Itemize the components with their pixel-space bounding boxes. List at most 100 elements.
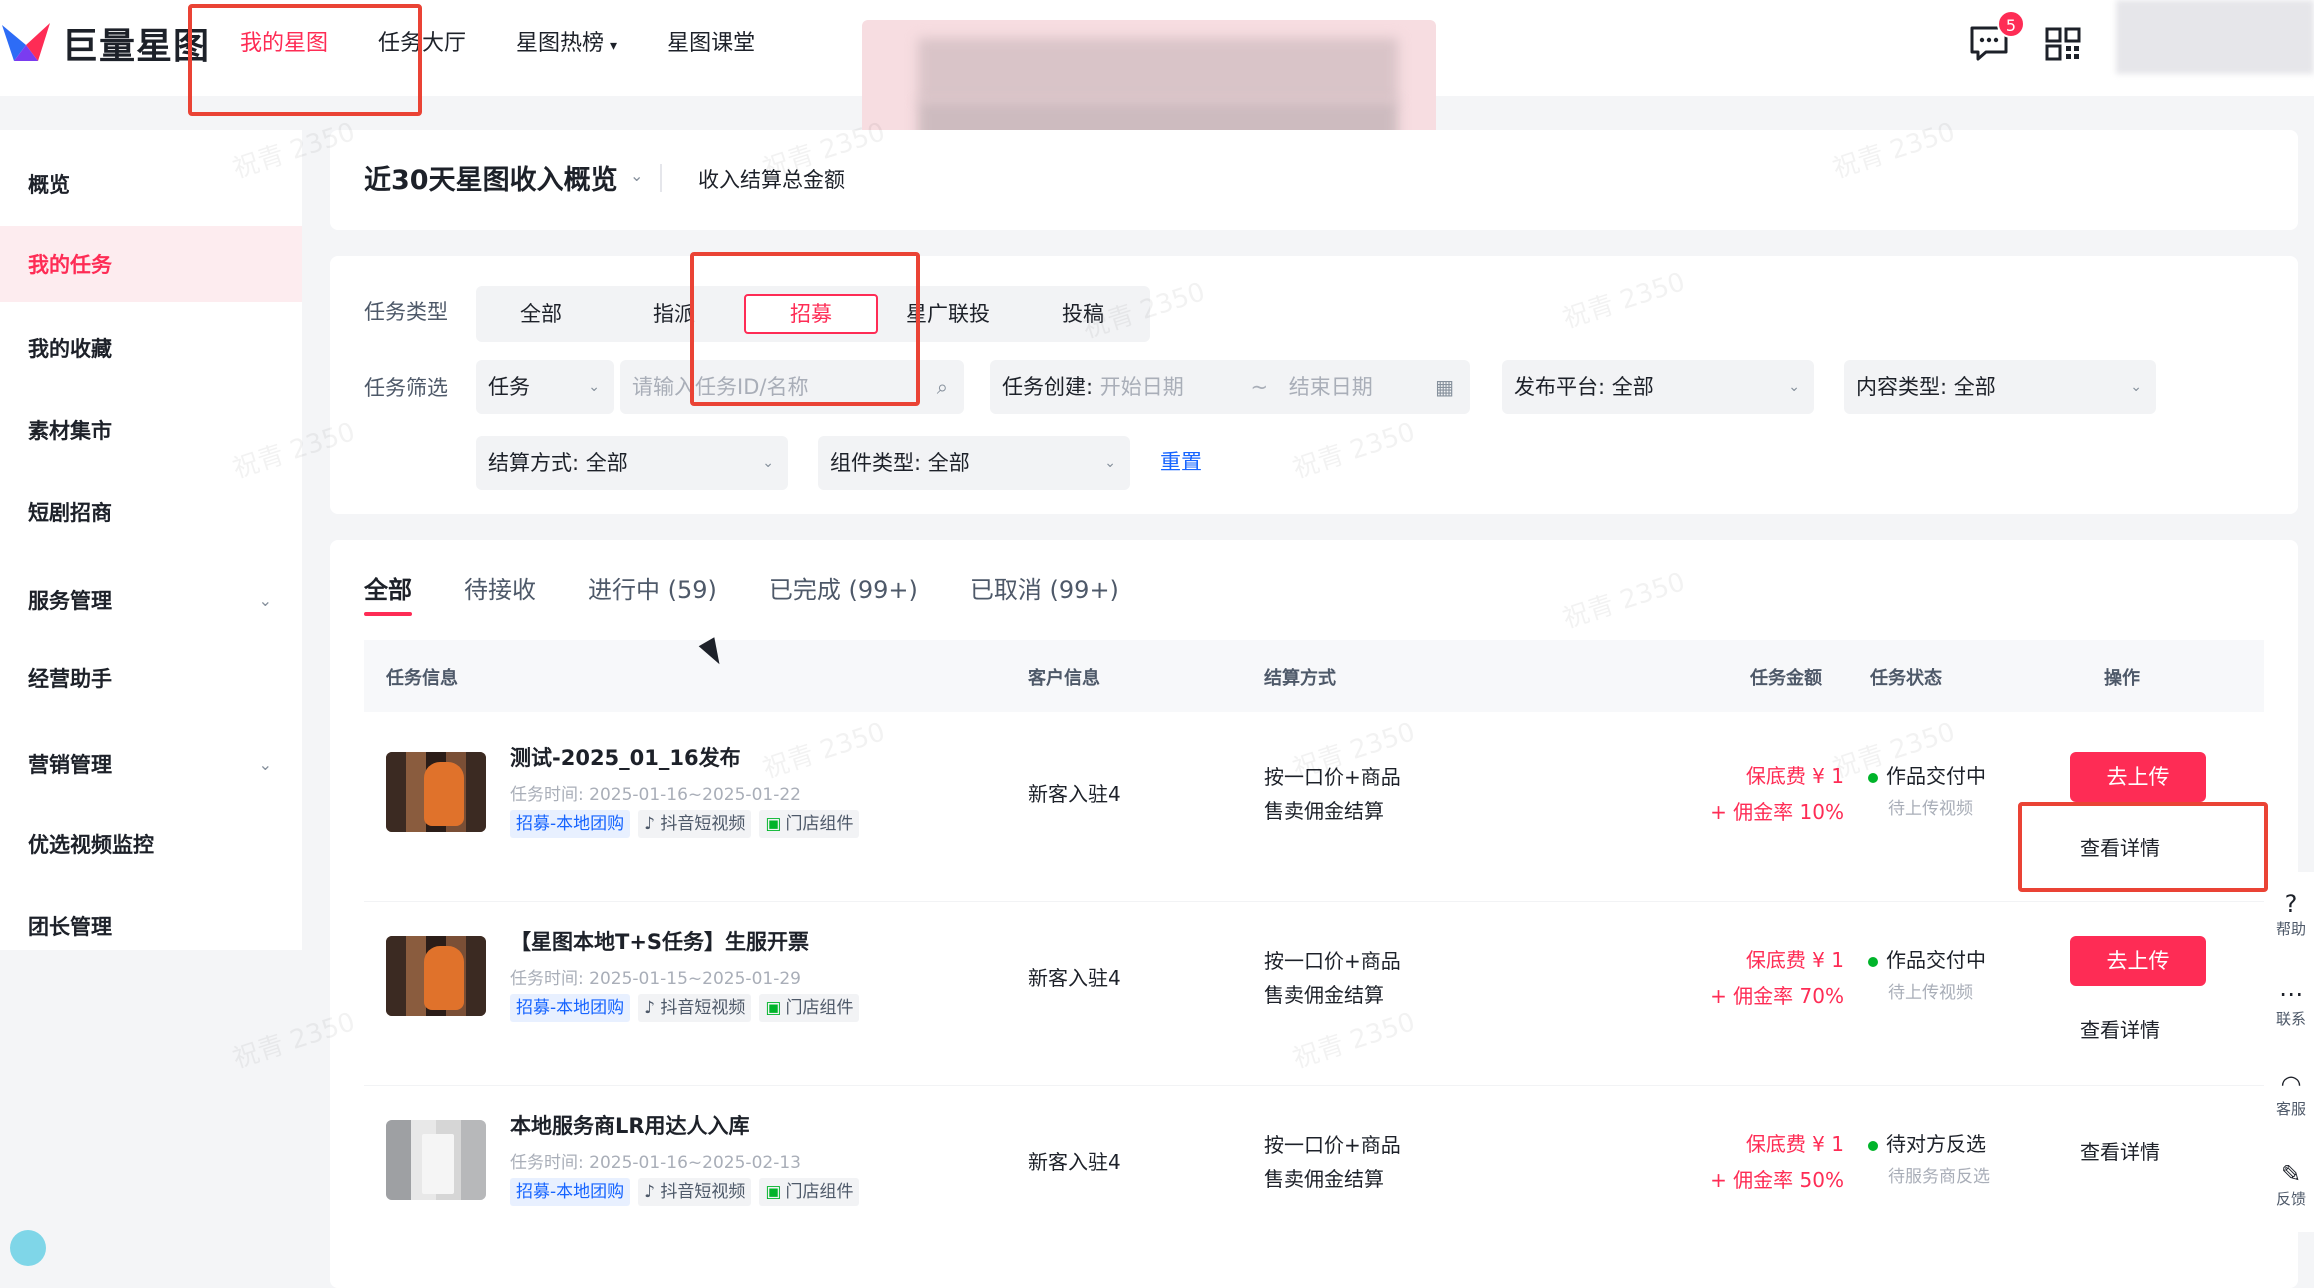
chevron-down-icon: ⌄ — [1104, 455, 1116, 471]
edit-icon: ✎ — [2280, 1160, 2302, 1188]
range-separator: ~ — [1250, 375, 1269, 399]
upload-button[interactable]: 去上传 — [2070, 752, 2206, 802]
feedback-button[interactable]: ✎ 反馈 — [2268, 1160, 2314, 1209]
tag-platform: ♪ 抖音短视频 — [638, 994, 752, 1022]
upload-button[interactable]: 去上传 — [2070, 936, 2206, 986]
sidebar-item-label: 团长管理 — [28, 915, 112, 939]
avatar[interactable] — [2116, 0, 2314, 74]
task-title[interactable]: 【星图本地T+S任务】生服开票 — [510, 926, 809, 956]
row-divider — [364, 1085, 2264, 1086]
customer-info: 新客入驻4 — [1028, 1150, 1121, 1174]
task-thumbnail[interactable] — [386, 936, 486, 1016]
highlight-box — [690, 252, 920, 406]
tab-completed[interactable]: 已完成 (99+) — [769, 570, 918, 616]
headset-icon: ◠ — [2280, 1070, 2302, 1098]
task-tags: 招募-本地团购 ♪ 抖音短视频 ▣ 门店组件 — [510, 994, 860, 1022]
table-row: 【星图本地T+S任务】生服开票 任务时间: 2025-01-15~2025-01… — [364, 906, 2264, 1086]
sidebar-item-marketing-management[interactable]: 营销管理 ⌄ — [0, 726, 302, 802]
sidebar-item-short-drama[interactable]: 短剧招商 — [0, 474, 302, 550]
nav-label: 星图热榜 — [516, 31, 605, 56]
chevron-down-icon[interactable]: ⌄ — [630, 166, 643, 185]
nav-hot-list[interactable]: 星图热榜 ▾ — [516, 24, 617, 64]
table-header: 任务信息 客户信息 结算方式 任务金额 任务状态 操作 — [364, 640, 2264, 712]
brand-logo[interactable]: 巨量星图 — [0, 18, 210, 68]
view-detail-link[interactable]: 查看详情 — [2080, 1136, 2160, 1165]
sidebar-item-my-tasks[interactable]: 我的任务 — [0, 226, 302, 302]
income-summary-card: 近30天星图收入概览 ⌄ 收入结算总金额 — [330, 130, 2298, 230]
customer-info: 新客入驻4 — [1028, 782, 1121, 806]
task-thumbnail[interactable] — [386, 1120, 486, 1200]
apps-grid-icon[interactable] — [2044, 26, 2084, 62]
task-field-select[interactable]: 任务 ⌄ — [476, 360, 614, 414]
start-date-placeholder: 开始日期 — [1099, 375, 1184, 399]
sidebar-item-material-market[interactable]: 素材集市 — [0, 392, 302, 468]
summary-title[interactable]: 近30天星图收入概览 — [364, 158, 618, 197]
summary-subtitle: 收入结算总金额 — [698, 168, 845, 192]
select-value: 内容类型: 全部 — [1856, 375, 1996, 399]
component-type-select[interactable]: 组件类型: 全部 ⌄ — [818, 436, 1130, 490]
end-date-placeholder: 结束日期 — [1288, 375, 1373, 399]
chevron-down-icon: ⌄ — [258, 590, 272, 610]
task-thumbnail[interactable] — [386, 752, 486, 832]
settle-line: 售卖佣金结算 — [1264, 799, 1384, 823]
amount-line: 保底费 ¥ 1 — [1745, 764, 1844, 788]
status-text: 待对方反选 — [1886, 1132, 1986, 1156]
tab-pending[interactable]: 待接收 — [464, 570, 536, 616]
task-title[interactable]: 本地服务商LR用达人入库 — [510, 1110, 750, 1140]
platform-select[interactable]: 发布平台: 全部 ⌄ — [1502, 360, 1814, 414]
amount-line: + 佣金率 10% — [1710, 800, 1844, 824]
floating-help-bar: ? 帮助 ⋯ 联系 ◠ 客服 ✎ 反馈 — [2268, 872, 2314, 1232]
tab-cancelled[interactable]: 已取消 (99+) — [970, 570, 1119, 616]
status-text: 作品交付中 — [1886, 948, 1986, 972]
created-date-range[interactable]: 任务创建: 开始日期 ~ 结束日期 ▦ — [990, 360, 1470, 414]
status-dot-icon — [1868, 956, 1878, 967]
calendar-icon: ▦ — [1435, 375, 1454, 399]
task-title[interactable]: 测试-2025_01_16发布 — [510, 742, 741, 772]
tag-component: ▣ 门店组件 — [759, 810, 860, 838]
content-type-select[interactable]: 内容类型: 全部 ⌄ — [1844, 360, 2156, 414]
help-button[interactable]: ? 帮助 — [2268, 890, 2314, 939]
store-icon: ▣ — [765, 998, 782, 1018]
type-submit-button[interactable]: 投稿 — [1016, 294, 1150, 334]
settle-line: 售卖佣金结算 — [1264, 1167, 1384, 1191]
nav-classroom[interactable]: 星图课堂 — [667, 24, 755, 64]
settle-method-select[interactable]: 结算方式: 全部 ⌄ — [476, 436, 788, 490]
select-value: 组件类型: 全部 — [830, 451, 970, 475]
assistant-icon[interactable] — [10, 1230, 46, 1266]
task-type-label: 任务类型 — [364, 300, 448, 324]
sidebar-item-overview[interactable]: 概览 — [0, 146, 302, 222]
sidebar-item-label: 短剧招商 — [28, 501, 112, 525]
settle-line: 按一口价+商品 — [1264, 1133, 1401, 1157]
tab-all[interactable]: 全部 — [364, 570, 412, 616]
customer-info: 新客入驻4 — [1028, 966, 1121, 990]
task-status-sub: 待上传视频 — [1888, 983, 1973, 1003]
sidebar-item-service-management[interactable]: 服务管理 ⌄ — [0, 562, 302, 638]
select-value: 发布平台: 全部 — [1514, 375, 1654, 399]
created-label: 任务创建: — [1002, 375, 1094, 399]
sidebar-item-video-monitor[interactable]: 优选视频监控 — [0, 806, 302, 882]
sidebar-item-business-assistant[interactable]: 经营助手 — [0, 640, 302, 716]
tag-component: ▣ 门店组件 — [759, 1178, 860, 1206]
contact-button[interactable]: ⋯ 联系 — [2268, 980, 2314, 1029]
task-status: 作品交付中 — [1868, 760, 1986, 789]
sidebar-item-favorites[interactable]: 我的收藏 — [0, 310, 302, 386]
settle-line: 按一口价+商品 — [1264, 765, 1401, 789]
float-label: 联系 — [2275, 1010, 2306, 1028]
float-label: 客服 — [2275, 1100, 2306, 1118]
select-value: 任务 — [488, 375, 530, 399]
float-label: 反馈 — [2275, 1190, 2306, 1208]
tag-platform: ♪ 抖音短视频 — [638, 810, 752, 838]
view-detail-link[interactable]: 查看详情 — [2080, 1014, 2160, 1043]
status-text: 作品交付中 — [1886, 764, 1986, 788]
amount-line: 保底费 ¥ 1 — [1745, 948, 1844, 972]
task-status-sub: 待服务商反选 — [1888, 1167, 1990, 1187]
customer-service-button[interactable]: ◠ 客服 — [2268, 1070, 2314, 1119]
sidebar-item-leader-management[interactable]: 团长管理 — [0, 888, 302, 964]
sidebar-item-label: 经营助手 — [28, 667, 112, 691]
reset-button[interactable]: 重置 — [1160, 446, 1202, 476]
type-all-button[interactable]: 全部 — [476, 294, 606, 334]
tab-in-progress[interactable]: 进行中 (59) — [588, 570, 717, 616]
sidebar-item-label: 我的收藏 — [28, 337, 112, 361]
sidebar-item-label: 素材集市 — [28, 419, 112, 443]
search-icon[interactable]: ⌕ — [937, 360, 948, 414]
